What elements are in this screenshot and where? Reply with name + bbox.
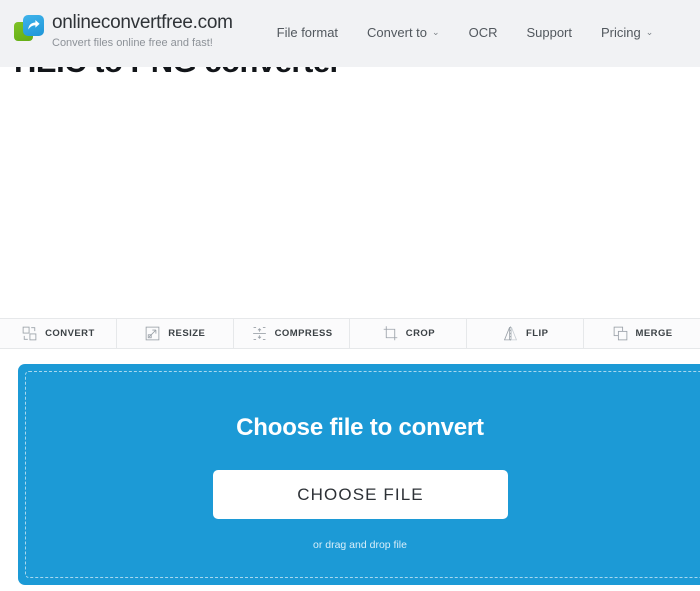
merge-icon bbox=[613, 326, 627, 341]
brand-name: onlineconvertfree.com bbox=[52, 12, 233, 33]
nav-label: Convert to bbox=[367, 25, 428, 40]
nav-item-support[interactable]: Support bbox=[526, 25, 572, 40]
crop-icon bbox=[383, 326, 398, 341]
tool-label: CROP bbox=[405, 328, 436, 339]
choose-file-button[interactable]: CHOOSE FILE bbox=[213, 470, 508, 519]
drag-drop-hint: or drag and drop file bbox=[313, 539, 407, 551]
dropzone-title: Choose file to convert bbox=[236, 414, 484, 441]
nav-label: Support bbox=[526, 25, 573, 40]
file-dropzone[interactable]: Choose file to convert CHOOSE FILE or dr… bbox=[18, 364, 700, 585]
logo-arrow-icon bbox=[28, 20, 40, 30]
tool-label: RESIZE bbox=[168, 328, 206, 339]
nav-item-ocr[interactable]: OCR bbox=[469, 25, 498, 40]
tool-label: COMPRESS bbox=[274, 328, 333, 339]
resize-icon bbox=[145, 326, 160, 341]
tool-label: CONVERT bbox=[45, 328, 95, 339]
site-header: onlineconvertfree.com Convert files onli… bbox=[0, 0, 700, 67]
flip-icon bbox=[503, 326, 518, 341]
chevron-down-icon: ⌄ bbox=[645, 27, 654, 37]
brand-text-block: onlineconvertfree.com Convert files onli… bbox=[52, 13, 233, 50]
tool-label: FLIP bbox=[526, 328, 549, 339]
tool-compress[interactable]: COMPRESS bbox=[233, 319, 351, 348]
chevron-down-icon: ⌄ bbox=[432, 27, 440, 37]
nav-label: File format bbox=[276, 25, 339, 40]
page-root: HEIC to PNG converter onlineconvertfree.… bbox=[0, 0, 700, 591]
convert-icon bbox=[22, 326, 37, 341]
tool-crop[interactable]: CROP bbox=[350, 319, 468, 348]
nav-item-pricing[interactable]: Pricing ⌄ bbox=[601, 25, 653, 40]
nav-item-convert-to[interactable]: Convert to ⌄ bbox=[367, 25, 440, 40]
tool-flip[interactable]: FLIP bbox=[467, 319, 585, 348]
tool-merge[interactable]: MERGE bbox=[584, 319, 700, 348]
nav-label: OCR bbox=[468, 25, 498, 40]
main-navigation: File format Convert to ⌄ OCR Support Pri… bbox=[277, 25, 654, 40]
nav-label: Pricing bbox=[601, 25, 641, 40]
choose-file-button-label: CHOOSE FILE bbox=[297, 484, 424, 504]
tool-convert[interactable]: CONVERT bbox=[0, 319, 117, 348]
tool-label: MERGE bbox=[635, 328, 673, 339]
tool-toolbar: CONVERT RESIZE COMPRESS CROP FLIP MERGE bbox=[0, 318, 700, 349]
convert-arrow-logo-icon bbox=[14, 15, 44, 41]
compress-icon bbox=[252, 327, 266, 340]
brand-tagline: Convert files online free and fast! bbox=[52, 37, 213, 49]
brand-logo[interactable]: onlineconvertfree.com Convert files onli… bbox=[0, 0, 233, 50]
nav-item-file-format[interactable]: File format bbox=[277, 25, 338, 40]
tool-resize[interactable]: RESIZE bbox=[116, 319, 234, 348]
